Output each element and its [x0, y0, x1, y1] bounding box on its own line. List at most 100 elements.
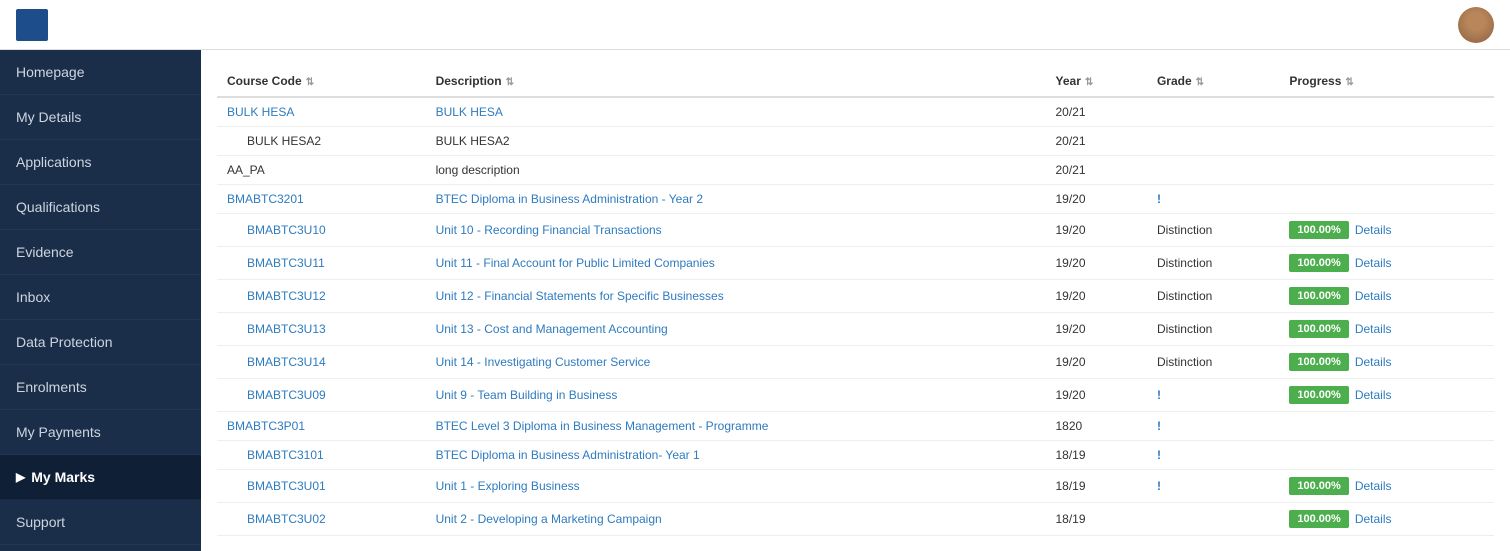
- col-header-year[interactable]: Year⇅: [1046, 66, 1147, 97]
- cell-description[interactable]: Unit 1 - Exploring Business: [426, 470, 1046, 503]
- col-header-grade[interactable]: Grade⇅: [1147, 66, 1279, 97]
- cell-description[interactable]: BTEC Level 3 Diploma in Business Managem…: [426, 412, 1046, 441]
- details-link[interactable]: Details: [1355, 512, 1392, 526]
- cell-grade: [1147, 156, 1279, 185]
- description-link[interactable]: Unit 11 - Final Account for Public Limit…: [436, 256, 715, 270]
- details-link[interactable]: Details: [1355, 479, 1392, 493]
- cell-progress[interactable]: 100.00%Details: [1279, 470, 1494, 503]
- course-code-link[interactable]: BMABTC3U13: [247, 322, 326, 336]
- description-link[interactable]: Unit 1 - Exploring Business: [436, 479, 580, 493]
- details-link[interactable]: Details: [1355, 388, 1392, 402]
- sidebar-item-support[interactable]: Support: [0, 500, 201, 545]
- course-code-link[interactable]: BMABTC3U02: [247, 512, 326, 526]
- cell-description[interactable]: Unit 14 - Investigating Customer Service: [426, 346, 1046, 379]
- cell-description[interactable]: BTEC Diploma in Business Administration …: [426, 185, 1046, 214]
- description-link[interactable]: BTEC Diploma in Business Administration …: [436, 192, 703, 206]
- course-code-link[interactable]: BMABTC3U12: [247, 289, 326, 303]
- cell-course-code[interactable]: BMABTC3P01: [217, 412, 426, 441]
- details-link[interactable]: Details: [1355, 355, 1392, 369]
- course-code-link[interactable]: BMABTC3P01: [227, 419, 305, 433]
- cell-progress[interactable]: 100.00% Details: [1279, 280, 1494, 313]
- cell-course-code[interactable]: BMABTC3U13: [217, 313, 426, 346]
- cell-description[interactable]: Unit 12 - Financial Statements for Speci…: [426, 280, 1046, 313]
- avatar-image: [1458, 7, 1494, 43]
- cell-course-code[interactable]: BMABTC3201: [217, 185, 426, 214]
- cell-progress[interactable]: 100.00%Details: [1279, 247, 1494, 280]
- details-link[interactable]: Details: [1355, 256, 1392, 270]
- course-code-link[interactable]: BMABTC3201: [227, 192, 304, 206]
- cell-progress[interactable]: 100.00%Details: [1279, 503, 1494, 536]
- sidebar-item-evidence[interactable]: Evidence: [0, 230, 201, 275]
- course-code-link[interactable]: BMABTC3101: [247, 448, 324, 462]
- cell-grade: Distinction: [1147, 346, 1279, 379]
- cell-year: 20/21: [1046, 97, 1147, 127]
- cell-course-code[interactable]: BMABTC3U01: [217, 470, 426, 503]
- cell-progress: [1279, 97, 1494, 127]
- progress-bar: 100.00%: [1289, 287, 1348, 305]
- sidebar-item-applications[interactable]: Applications: [0, 140, 201, 185]
- sidebar-item-enrolments[interactable]: Enrolments: [0, 365, 201, 410]
- cell-progress[interactable]: 100.00%Details: [1279, 346, 1494, 379]
- cell-course-code[interactable]: BMABTC3U09: [217, 379, 426, 412]
- description-link[interactable]: Unit 2 - Developing a Marketing Campaign: [436, 512, 662, 526]
- details-link[interactable]: Details: [1355, 223, 1392, 237]
- sidebar-item-my-payments[interactable]: My Payments: [0, 410, 201, 455]
- sidebar-item-my-details[interactable]: My Details: [0, 95, 201, 140]
- details-link[interactable]: Details: [1355, 289, 1392, 303]
- cell-year: 20/21: [1046, 127, 1147, 156]
- sidebar-item-label: Applications: [16, 154, 92, 170]
- course-code-link[interactable]: BMABTC3U01: [247, 479, 326, 493]
- main-layout: HomepageMy Details Applications Qualificat…: [0, 50, 1510, 551]
- table-row: BMABTC3U14 Unit 14 - Investigating Custom…: [217, 346, 1494, 379]
- sidebar-item-qualifications[interactable]: Qualifications: [0, 185, 201, 230]
- cell-grade: !: [1147, 379, 1279, 412]
- cell-year: 19/20: [1046, 313, 1147, 346]
- description-link[interactable]: Unit 12 - Financial Statements for Speci…: [436, 289, 724, 303]
- cell-description[interactable]: Unit 2 - Developing a Marketing Campaign: [426, 503, 1046, 536]
- description-link[interactable]: Unit 9 - Team Building in Business: [436, 388, 618, 402]
- description-link[interactable]: BULK HESA: [436, 105, 503, 119]
- cell-progress: [1279, 412, 1494, 441]
- cell-description: BULK HESA2: [426, 127, 1046, 156]
- cell-course-code[interactable]: BULK HESA: [217, 97, 426, 127]
- course-code-link[interactable]: BMABTC3U11: [247, 256, 325, 270]
- course-code-link[interactable]: BMABTC3U10: [247, 223, 326, 237]
- cell-course-code[interactable]: BMABTC3U02: [217, 503, 426, 536]
- course-code-link[interactable]: BMABTC3U14: [247, 355, 326, 369]
- cell-progress[interactable]: 100.00%Details: [1279, 379, 1494, 412]
- sidebar-item-data-protection[interactable]: Data Protection: [0, 320, 201, 365]
- col-header-progress[interactable]: Progress⇅: [1279, 66, 1494, 97]
- cell-description[interactable]: Unit 9 - Team Building in Business: [426, 379, 1046, 412]
- sidebar-item-homepage[interactable]: Homepage: [0, 50, 201, 95]
- cell-grade: Distinction: [1147, 247, 1279, 280]
- sidebar-item-my-marks[interactable]: ▶My Marks: [0, 455, 201, 500]
- cell-progress[interactable]: 100.00%Details: [1279, 214, 1494, 247]
- cell-description[interactable]: Unit 10 - Recording Financial Transactio…: [426, 214, 1046, 247]
- description-link[interactable]: Unit 14 - Investigating Customer Service: [436, 355, 651, 369]
- cell-course-code[interactable]: BMABTC3U14: [217, 346, 426, 379]
- sidebar-item-timetable[interactable]: Timetable: [0, 545, 201, 551]
- description-link[interactable]: BTEC Diploma in Business Administration-…: [436, 448, 700, 462]
- cell-description[interactable]: BTEC Diploma in Business Administration-…: [426, 441, 1046, 470]
- description-link[interactable]: BTEC Level 3 Diploma in Business Managem…: [436, 419, 769, 433]
- sidebar-item-label: My Payments: [16, 424, 101, 440]
- details-link[interactable]: Details: [1355, 322, 1392, 336]
- col-header-course-code[interactable]: Course Code⇅: [217, 66, 426, 97]
- cell-description[interactable]: Unit 13 - Cost and Management Accounting: [426, 313, 1046, 346]
- exclamation-mark: !: [1157, 388, 1161, 402]
- description-link[interactable]: Unit 10 - Recording Financial Transactio…: [436, 223, 662, 237]
- cell-course-code[interactable]: BMABTC3U11: [217, 247, 426, 280]
- cell-course-code[interactable]: BMABTC3U12: [217, 280, 426, 313]
- cell-description[interactable]: Unit 11 - Final Account for Public Limit…: [426, 247, 1046, 280]
- sort-icon: ⇅: [1196, 77, 1204, 88]
- course-code-link[interactable]: BMABTC3U09: [247, 388, 326, 402]
- description-link[interactable]: Unit 13 - Cost and Management Accounting: [436, 322, 668, 336]
- course-code-link[interactable]: BULK HESA: [227, 105, 294, 119]
- sidebar-item-inbox[interactable]: Inbox: [0, 275, 201, 320]
- cell-progress[interactable]: 100.00%Details: [1279, 313, 1494, 346]
- cell-description[interactable]: BULK HESA: [426, 97, 1046, 127]
- cell-course-code[interactable]: BMABTC3U10: [217, 214, 426, 247]
- cell-course-code[interactable]: BMABTC3101: [217, 441, 426, 470]
- avatar[interactable]: [1458, 7, 1494, 43]
- col-header-description[interactable]: Description⇅: [426, 66, 1046, 97]
